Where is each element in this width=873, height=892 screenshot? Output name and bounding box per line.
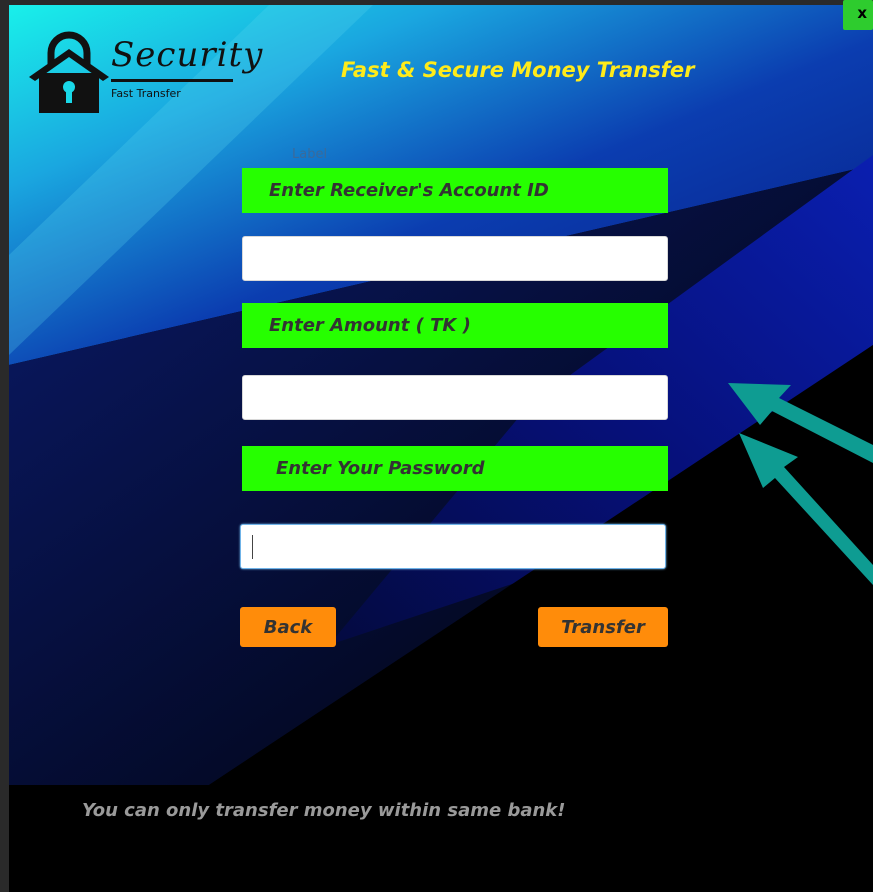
placeholder-label: Label [292, 147, 328, 162]
security-logo: Security Fast Transfer [29, 27, 262, 117]
password-label: Enter Your Password [242, 446, 668, 491]
logo-word: Security [111, 35, 264, 75]
close-button[interactable]: x [843, 0, 873, 30]
password-input[interactable] [240, 524, 666, 569]
app-window: Security Fast Transfer Fast & Secure Mon… [9, 5, 873, 892]
amount-input[interactable] [242, 375, 668, 420]
text-caret [252, 535, 253, 559]
logo-subtitle: Fast Transfer [111, 87, 181, 100]
logo-underline [111, 79, 233, 82]
back-button[interactable]: Back [240, 607, 336, 647]
receiver-account-input[interactable] [242, 236, 668, 281]
transfer-button[interactable]: Transfer [538, 607, 668, 647]
footer-note: You can only transfer money within same … [82, 800, 566, 821]
page-title: Fast & Secure Money Transfer [341, 58, 695, 82]
lock-house-icon [29, 31, 109, 113]
receiver-label: Enter Receiver's Account ID [242, 168, 668, 213]
amount-label: Enter Amount ( TK ) [242, 303, 668, 348]
